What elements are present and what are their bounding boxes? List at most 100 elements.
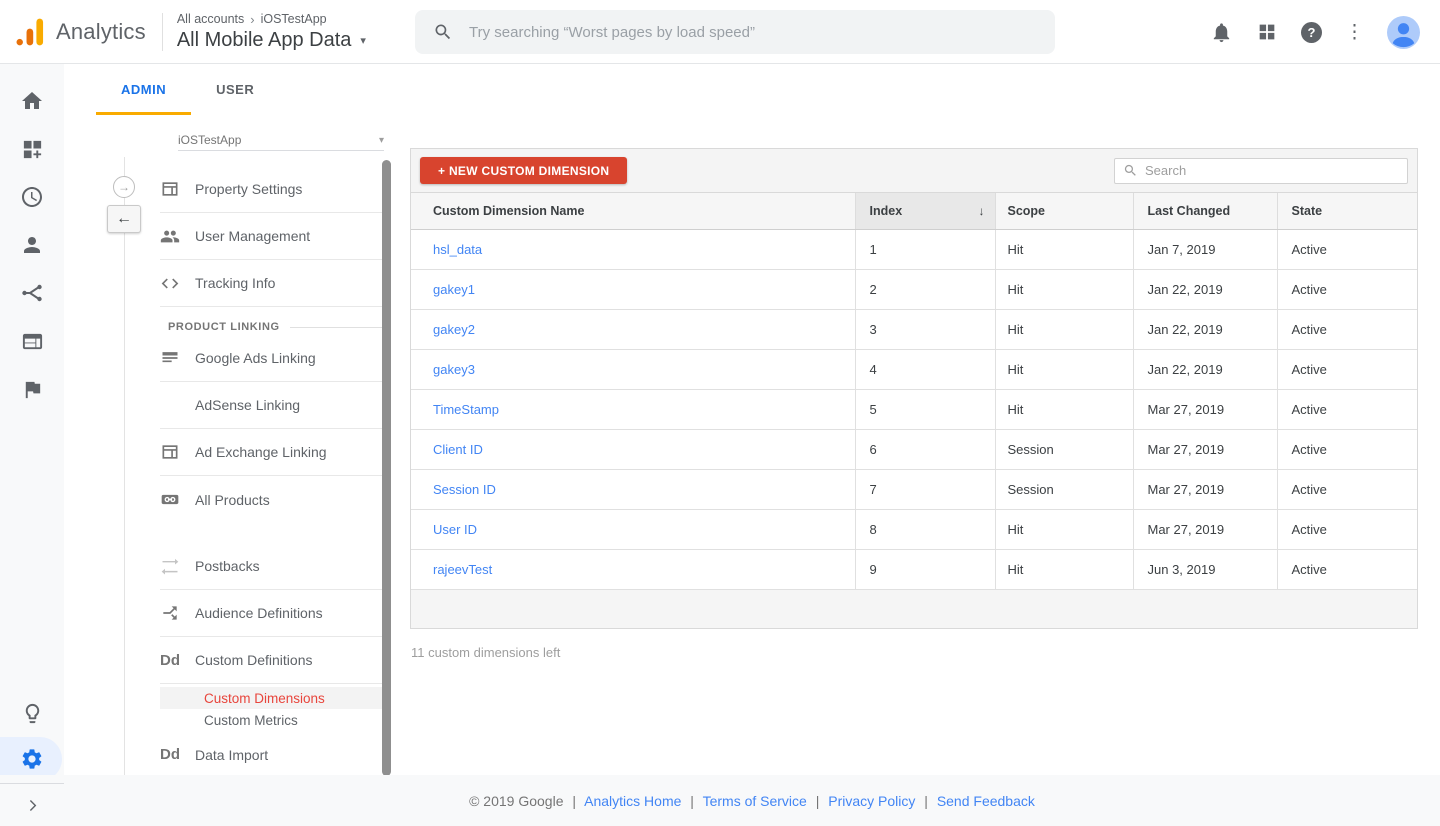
analytics-logo[interactable]: Analytics xyxy=(0,16,146,48)
table-footer-strip xyxy=(411,589,1417,628)
sidebar-item-label: Tracking Info xyxy=(195,275,276,291)
sidebar-item-label: Custom Definitions xyxy=(195,652,313,668)
home-icon[interactable] xyxy=(0,77,64,125)
index-cell: 1 xyxy=(854,229,995,270)
sidebar-item-custom-metrics[interactable]: Custom Metrics xyxy=(160,709,384,731)
tab-user-label: USER xyxy=(216,82,255,97)
sidebar-item-label: Property Settings xyxy=(195,181,303,197)
table-search[interactable] xyxy=(1114,157,1408,184)
tab-user[interactable]: USER xyxy=(191,64,279,115)
more-vert-icon[interactable]: ⋮ xyxy=(1345,23,1364,42)
rail-bottom-divider xyxy=(0,783,64,784)
index-cell: 2 xyxy=(854,269,995,310)
apps-grid-icon[interactable] xyxy=(1256,21,1278,43)
sidebar-item-label: User Management xyxy=(195,228,311,244)
dimension-link[interactable]: Session ID xyxy=(433,482,496,497)
help-icon[interactable]: ? xyxy=(1301,21,1322,43)
breadcrumb[interactable]: All accounts › iOSTestApp xyxy=(177,12,366,27)
table-row: User ID 8 Hit Mar 27, 2019 Active xyxy=(411,509,1417,550)
account-area: All accounts › iOSTestApp All Mobile App… xyxy=(177,12,366,52)
footer-pipe: | xyxy=(690,793,694,809)
sidebar-item-user-management[interactable]: User Management xyxy=(160,213,384,260)
footer-link-terms[interactable]: Terms of Service xyxy=(703,793,807,809)
discover-lightbulb-icon[interactable] xyxy=(0,689,64,737)
sidebar-divider-line xyxy=(124,157,125,785)
breadcrumb-account[interactable]: iOSTestApp xyxy=(261,12,327,26)
sidebar-item-data-import[interactable]: Dd Data Import xyxy=(160,731,384,778)
sidebar-scrollbar[interactable] xyxy=(382,160,391,776)
sidebar-item-ad-exchange-linking[interactable]: Ad Exchange Linking xyxy=(160,429,384,476)
link-box-icon xyxy=(160,489,180,510)
column-header-scope: Scope xyxy=(994,193,1133,230)
table-row: hsl_data 1 Hit Jan 7, 2019 Active xyxy=(411,229,1417,270)
last-changed-cell: Jan 7, 2019 xyxy=(1132,229,1277,270)
property-dropdown[interactable]: iOSTestApp ▾ xyxy=(178,130,384,151)
scope-cell: Hit xyxy=(994,309,1133,350)
logo-text: Analytics xyxy=(56,18,146,44)
admin-sidebar: iOSTestApp ▾ → ← Property Settings User … xyxy=(64,115,410,785)
nav-forward-button[interactable]: → xyxy=(113,176,135,198)
section-rule xyxy=(289,326,384,328)
collapse-chevron-icon[interactable] xyxy=(24,797,41,814)
index-cell: 5 xyxy=(854,389,995,430)
dimension-name-cell: hsl_data xyxy=(411,229,855,270)
dimension-link[interactable]: TimeStamp xyxy=(433,402,499,417)
footer-link-feedback[interactable]: Send Feedback xyxy=(937,793,1035,809)
sidebar-item-audience-definitions[interactable]: Audience Definitions xyxy=(160,590,384,637)
breadcrumb-chevron-icon: › xyxy=(250,11,255,27)
last-changed-cell: Mar 27, 2019 xyxy=(1132,389,1277,430)
sidebar-item-label: Data Import xyxy=(195,746,269,763)
behavior-web-icon[interactable] xyxy=(0,317,64,365)
table-header-row: Custom Dimension Name Index ↓ Scope Last… xyxy=(411,193,1417,230)
property-dropdown-label: iOSTestApp xyxy=(178,133,242,147)
footer-link-analytics-home[interactable]: Analytics Home xyxy=(584,793,681,809)
dimension-link[interactable]: Client ID xyxy=(433,442,483,457)
new-custom-dimension-button[interactable]: + NEW CUSTOM DIMENSION xyxy=(420,157,628,184)
sidebar-item-custom-definitions[interactable]: Dd Custom Definitions xyxy=(160,637,384,684)
sidebar-item-custom-dimensions[interactable]: Custom Dimensions xyxy=(160,687,384,709)
sidebar-item-google-ads-linking[interactable]: Google Ads Linking xyxy=(160,335,384,382)
dimension-link[interactable]: hsl_data xyxy=(433,242,482,257)
dimension-link[interactable]: gakey1 xyxy=(433,282,475,297)
sidebar-item-tracking-info[interactable]: Tracking Info xyxy=(160,260,384,307)
sidebar-item-property-settings[interactable]: Property Settings xyxy=(160,166,384,213)
nav-back-button[interactable]: ← xyxy=(107,205,141,233)
notifications-bell-icon[interactable] xyxy=(1210,21,1233,44)
sidebar-item-adsense-linking[interactable]: AdSense Linking xyxy=(160,382,384,429)
acquisition-branch-icon[interactable] xyxy=(0,269,64,317)
dimension-link[interactable]: rajeevTest xyxy=(433,562,492,577)
dimension-name-cell: Session ID xyxy=(411,469,855,510)
property-selector[interactable]: All Mobile App Data ▾ xyxy=(177,29,366,52)
index-cell: 8 xyxy=(854,509,995,550)
audience-person-icon[interactable] xyxy=(0,221,64,269)
avatar[interactable] xyxy=(1387,15,1420,49)
dimension-link[interactable]: User ID xyxy=(433,522,477,537)
dimension-name-cell: Client ID xyxy=(411,429,855,470)
column-header-index[interactable]: Index ↓ xyxy=(854,193,995,230)
state-cell: Active xyxy=(1276,389,1417,430)
dimension-name-cell: TimeStamp xyxy=(411,389,855,430)
footer-link-privacy[interactable]: Privacy Policy xyxy=(828,793,915,809)
dimension-name-cell: User ID xyxy=(411,509,855,550)
sort-desc-icon: ↓ xyxy=(978,203,985,218)
dimension-link[interactable]: gakey2 xyxy=(433,322,475,337)
analytics-logo-icon xyxy=(14,16,46,48)
tab-admin[interactable]: ADMIN xyxy=(96,64,192,115)
sidebar-item-all-products[interactable]: All Products xyxy=(160,476,384,523)
last-changed-cell: Mar 27, 2019 xyxy=(1132,429,1277,470)
breadcrumb-all-accounts[interactable]: All accounts xyxy=(177,12,244,26)
sidebar-item-label: Audience Definitions xyxy=(195,605,323,621)
table-row: gakey3 4 Hit Jan 22, 2019 Active xyxy=(411,349,1417,390)
sidebar-item-postbacks[interactable]: Postbacks xyxy=(160,543,384,590)
customization-icon[interactable] xyxy=(0,125,64,173)
last-changed-cell: Jan 22, 2019 xyxy=(1132,269,1277,310)
dimension-link[interactable]: gakey3 xyxy=(433,362,475,377)
conversions-flag-icon[interactable] xyxy=(0,365,64,413)
table-search-input[interactable] xyxy=(1145,163,1399,178)
realtime-clock-icon[interactable] xyxy=(0,173,64,221)
app-bar: Analytics All accounts › iOSTestApp All … xyxy=(0,0,1440,64)
global-search[interactable] xyxy=(415,10,1055,54)
global-search-input[interactable] xyxy=(469,23,1037,41)
dimension-name-cell: gakey3 xyxy=(411,349,855,390)
dimension-name-cell: gakey1 xyxy=(411,269,855,310)
